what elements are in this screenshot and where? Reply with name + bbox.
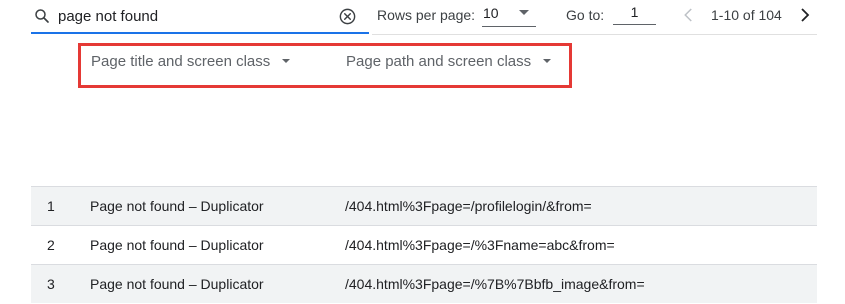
row-page-title: Page not found – Duplicator — [90, 237, 264, 253]
search-field — [31, 0, 369, 34]
dimension-header-page-path[interactable]: Page path and screen class — [346, 53, 552, 70]
search-input[interactable] — [58, 4, 328, 28]
goto-page-input[interactable] — [613, 0, 656, 25]
rows-per-page-value: 10 — [483, 5, 499, 21]
chevron-left-icon[interactable] — [680, 6, 698, 24]
dimension-header-label: Page path and screen class — [346, 53, 532, 70]
row-index: 1 — [47, 198, 55, 214]
search-icon — [35, 9, 49, 23]
row-page-title: Page not found – Duplicator — [90, 276, 264, 292]
rows-per-page-select[interactable]: 10 — [482, 0, 536, 27]
caret-down-icon — [519, 10, 529, 15]
results-table: 1 Page not found – Duplicator /404.html%… — [31, 186, 817, 303]
clear-search-icon[interactable] — [338, 7, 357, 26]
chevron-right-icon[interactable] — [796, 6, 814, 24]
goto-label: Go to: — [566, 7, 605, 23]
row-index: 2 — [47, 237, 55, 253]
caret-down-icon — [543, 59, 552, 63]
row-page-path: /404.html%3Fpage=/profilelogin/&from= — [345, 198, 592, 214]
row-page-title: Page not found – Duplicator — [90, 198, 264, 214]
caret-down-icon — [282, 59, 291, 63]
toolbar-divider — [372, 34, 817, 35]
row-page-path: /404.html%3Fpage=/%7B%7Bbfb_image&from= — [345, 276, 645, 292]
dimension-header-page-title[interactable]: Page title and screen class — [91, 53, 291, 70]
row-page-path: /404.html%3Fpage=/%3Fname=abc&from= — [345, 237, 615, 253]
row-index: 3 — [47, 276, 55, 292]
table-row[interactable]: 2 Page not found – Duplicator /404.html%… — [31, 225, 817, 264]
rows-per-page-label: Rows per page: — [377, 7, 476, 23]
pagination-range: 1-10 of 104 — [711, 7, 782, 23]
table-row[interactable]: 1 Page not found – Duplicator /404.html%… — [31, 186, 817, 225]
table-row[interactable]: 3 Page not found – Duplicator /404.html%… — [31, 264, 817, 303]
dimension-header-label: Page title and screen class — [91, 53, 271, 70]
